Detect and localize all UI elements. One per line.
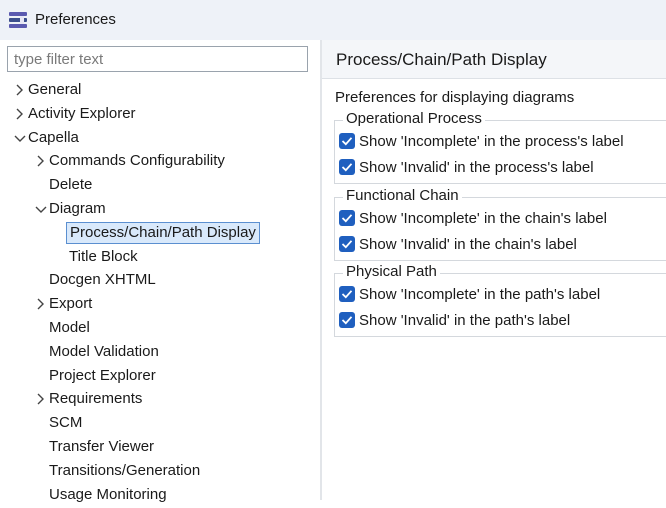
preferences-navigation: General Activity Explorer Capella Commands …: [0, 40, 320, 503]
tree-item-label[interactable]: Usage Monitoring: [46, 486, 170, 504]
checkbox-label[interactable]: Show 'Invalid' in the path's label: [359, 312, 570, 329]
tree-item[interactable]: Delete: [0, 174, 320, 198]
tree-item[interactable]: Capella: [0, 127, 320, 151]
tree-item[interactable]: Diagram: [0, 198, 320, 222]
tree-item[interactable]: Docgen XHTML: [0, 269, 320, 293]
checkmark-icon: [341, 290, 353, 299]
group-legend: Physical Path: [343, 263, 440, 281]
tree-item[interactable]: Process/Chain/Path Display: [0, 221, 320, 246]
preferences-icon: [9, 11, 27, 29]
tree-item-label[interactable]: Commands Configurability: [46, 152, 228, 170]
checkbox-label[interactable]: Show 'Incomplete' in the path's label: [359, 286, 600, 303]
page-header: Process/Chain/Path Display: [322, 40, 666, 79]
option-group: Operational Process Show 'Incomplete' in …: [334, 110, 666, 184]
window-title: Preferences: [35, 11, 116, 28]
option-checkbox-row[interactable]: Show 'Invalid' in the path's label: [339, 310, 666, 332]
tree-item-label[interactable]: Export: [46, 295, 95, 313]
tree-item-label[interactable]: Process/Chain/Path Display: [66, 221, 260, 244]
checkbox[interactable]: [339, 159, 355, 175]
checkmark-icon: [341, 316, 353, 325]
checkmark-icon: [341, 240, 353, 249]
checkmark-icon: [341, 214, 353, 223]
checkmark-icon: [341, 163, 353, 172]
page-title: Process/Chain/Path Display: [336, 50, 547, 69]
option-checkbox-row[interactable]: Show 'Invalid' in the process's label: [339, 157, 666, 179]
option-group: Functional Chain Show 'Incomplete' in the…: [334, 187, 666, 261]
checkbox[interactable]: [339, 133, 355, 149]
tree-item[interactable]: Project Explorer: [0, 365, 320, 389]
checkbox[interactable]: [339, 236, 355, 252]
checkbox[interactable]: [339, 312, 355, 328]
tree-item-label[interactable]: Activity Explorer: [25, 105, 139, 123]
tree-item-label[interactable]: Transfer Viewer: [46, 438, 157, 456]
tree-item-label[interactable]: General: [25, 81, 84, 99]
tree-item[interactable]: Transfer Viewer: [0, 436, 320, 460]
checkbox[interactable]: [339, 210, 355, 226]
tree-item[interactable]: Activity Explorer: [0, 103, 320, 127]
tree-item-label[interactable]: Requirements: [46, 390, 145, 408]
tree-item-label[interactable]: Transitions/Generation: [46, 462, 203, 480]
tree-item-label[interactable]: Capella: [25, 129, 82, 147]
option-checkbox-row[interactable]: Show 'Incomplete' in the chain's label: [339, 208, 666, 230]
tree-item-label[interactable]: Delete: [46, 176, 95, 194]
tree-item[interactable]: Usage Monitoring: [0, 484, 320, 508]
tree-item[interactable]: General: [0, 79, 320, 103]
group-legend: Functional Chain: [343, 187, 462, 205]
checkmark-icon: [341, 137, 353, 146]
checkbox[interactable]: [339, 286, 355, 302]
tree-item[interactable]: Model Validation: [0, 341, 320, 365]
option-checkbox-row[interactable]: Show 'Incomplete' in the process's label: [339, 131, 666, 153]
tree-item[interactable]: Commands Configurability: [0, 150, 320, 174]
tree-item[interactable]: SCM: [0, 412, 320, 436]
tree-item[interactable]: Title Block: [0, 246, 320, 270]
checkbox-label[interactable]: Show 'Invalid' in the process's label: [359, 159, 594, 176]
tree-item-label[interactable]: SCM: [46, 414, 85, 432]
tree-item-label[interactable]: Title Block: [66, 248, 141, 266]
tree-item[interactable]: Transitions/Generation: [0, 460, 320, 484]
checkbox-label[interactable]: Show 'Invalid' in the chain's label: [359, 236, 577, 253]
tree-item-label[interactable]: Model: [46, 319, 93, 337]
option-checkbox-row[interactable]: Show 'Incomplete' in the path's label: [339, 284, 666, 306]
tree-item[interactable]: Model: [0, 317, 320, 341]
title-bar: Preferences: [0, 0, 666, 40]
option-checkbox-row[interactable]: Show 'Invalid' in the chain's label: [339, 234, 666, 256]
group-legend: Operational Process: [343, 110, 485, 128]
checkbox-label[interactable]: Show 'Incomplete' in the chain's label: [359, 210, 607, 227]
page-description: Preferences for displaying diagrams: [335, 89, 575, 106]
checkbox-label[interactable]: Show 'Incomplete' in the process's label: [359, 133, 624, 150]
tree-item-label[interactable]: Docgen XHTML: [46, 271, 159, 289]
preference-page: Process/Chain/Path Display Preferences f…: [322, 40, 666, 500]
option-group: Physical Path Show 'Incomplete' in the pa…: [334, 263, 666, 337]
tree-item[interactable]: Requirements: [0, 388, 320, 412]
tree-item-label[interactable]: Model Validation: [46, 343, 162, 361]
tree-item-label[interactable]: Diagram: [46, 200, 109, 218]
tree-item-label[interactable]: Project Explorer: [46, 367, 159, 385]
tree-item[interactable]: Export: [0, 293, 320, 317]
filter-input[interactable]: [7, 46, 308, 72]
